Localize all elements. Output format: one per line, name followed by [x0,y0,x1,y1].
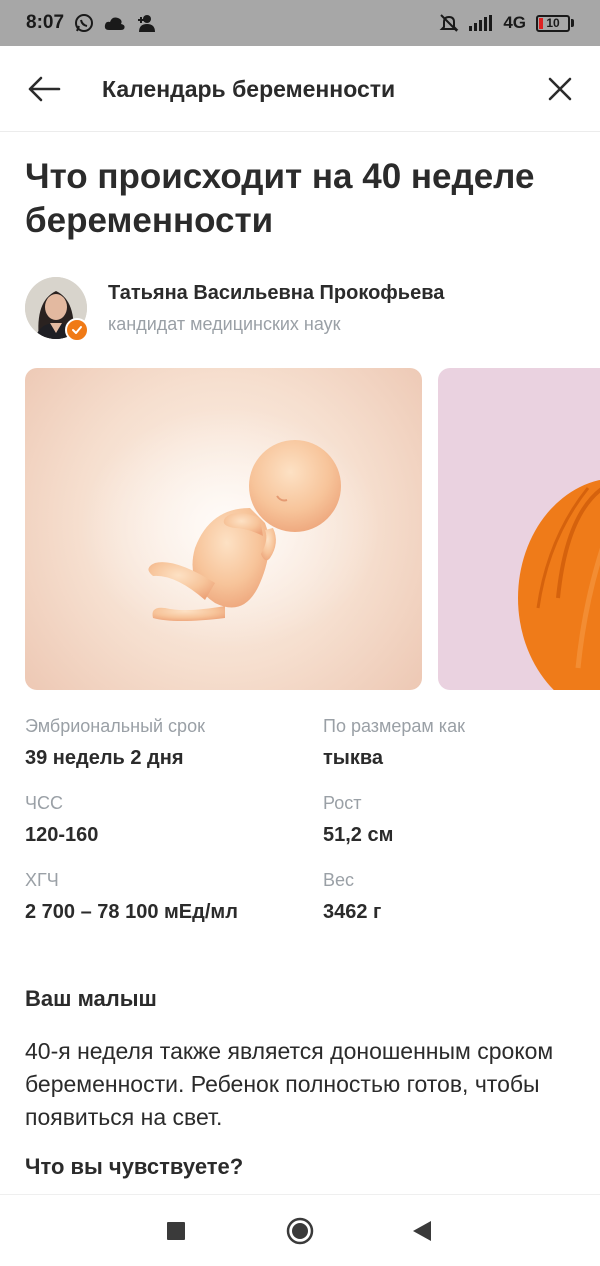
stat-label: Вес [323,870,355,890]
stat-value: 3462 г [323,901,382,923]
status-right: 4G 10 [439,13,574,33]
battery-body: 10 [536,14,570,32]
battery-level: 10 [546,16,560,30]
stat-label: ЧСС [25,793,63,813]
arrow-left-icon [28,76,61,102]
close-button[interactable] [540,69,580,109]
home-button[interactable] [286,1217,314,1245]
stat-value: 39 недель 2 дня [25,747,184,769]
stat-value: 120-160 [25,824,99,846]
network-type: 4G [503,13,526,32]
stat-embryonic-term: Эмбриональный срок 39 недель 2 дня [25,716,315,770]
stat-size-compare: По размерам как тыква [323,716,600,770]
stat-weight: Вес 3462 г [323,870,600,924]
stat-height: Рост 51,2 см [323,793,600,847]
embryo-illustration [80,408,380,648]
stat-heart-rate: ЧСС 120-160 [25,793,315,847]
back-nav-button[interactable] [408,1217,436,1245]
section-heading-baby: Ваш малыш [25,986,157,1011]
recents-button[interactable] [162,1217,190,1245]
status-time: 8:07 [26,12,65,33]
section-text-baby: 40-я неделя также является доношенным ср… [25,1038,554,1130]
status-bar: 8:07 4G 10 [0,0,600,46]
square-recents-icon [167,1222,185,1240]
battery-fill [539,17,543,29]
stat-label: По размерам как [323,716,465,736]
pumpkin-image [518,479,600,690]
status-left: 8:07 [26,12,156,34]
back-button[interactable] [24,69,64,109]
mute-bell-icon [439,13,459,33]
triangle-back-icon [413,1221,431,1241]
author-block[interactable]: Татьяна Васильевна Прокофьева кандидат м… [25,277,585,342]
stat-value: тыква [323,747,384,769]
app-header: Календарь беременности [0,46,600,132]
close-icon [548,77,572,101]
author-role: кандидат медицинских наук [108,314,341,334]
battery-tip [571,19,574,27]
person-add-icon [136,14,156,32]
whatsapp-icon [74,13,94,33]
stat-value: 51,2 см [323,824,394,846]
battery-icon: 10 [536,14,574,32]
stat-label: ХГЧ [25,870,59,890]
author-name: Татьяна Васильевна Прокофьева [108,282,445,304]
section-heading-feelings: Что вы чувствуете? [25,1154,244,1179]
stat-value: 2 700 – 78 100 мЕд/мл [25,901,238,923]
stat-hcg: ХГЧ 2 700 – 78 100 мЕд/мл [25,870,315,924]
verified-check-icon [65,318,89,342]
system-nav-bar [0,1194,600,1266]
pumpkin-image-card[interactable] [438,368,600,690]
signal-icon [469,15,493,31]
cloud-icon [104,15,126,31]
article-title: Что происходит на 40 неделе беременности [25,157,535,240]
stat-label: Эмбриональный срок [25,716,205,736]
stat-label: Рост [323,793,362,813]
circle-home-icon [286,1217,314,1245]
image-carousel[interactable] [0,368,600,690]
embryo-image-card[interactable] [25,368,422,690]
header-title: Календарь беременности [102,76,396,102]
